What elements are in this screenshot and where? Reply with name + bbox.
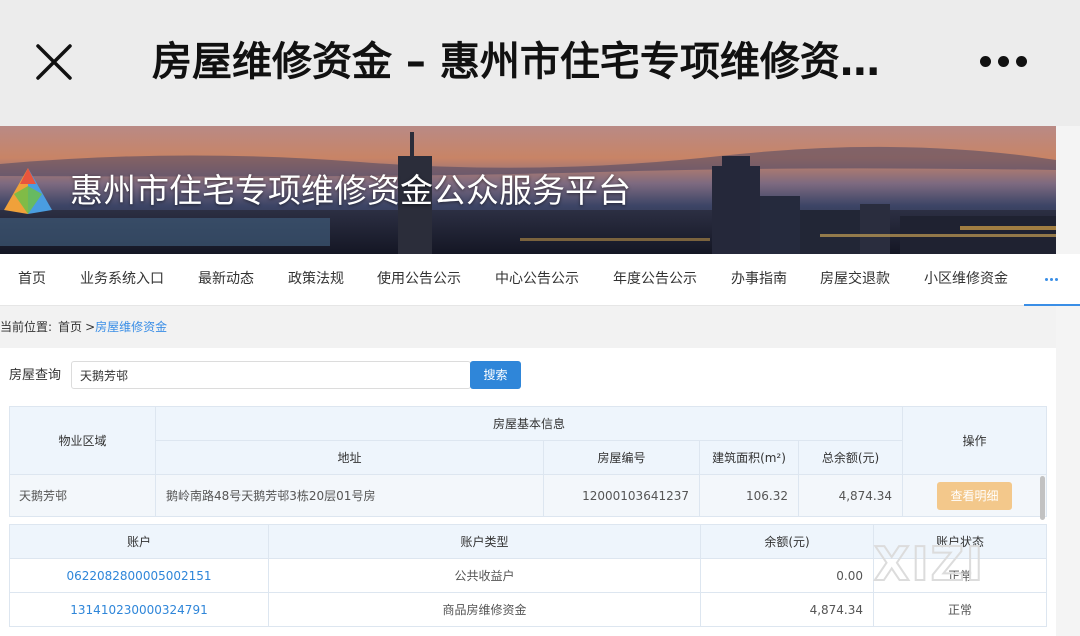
col-address-header: 地址 xyxy=(155,440,544,475)
cell-balance: 0.00 xyxy=(700,558,874,593)
table-row: 天鹅芳邨 鹅岭南路48号天鹅芳邨3栋20层01号房 12000103641237… xyxy=(9,474,1048,517)
cell-account-type: 公共收益户 xyxy=(268,558,701,593)
nav-item-community-funds[interactable]: 小区维修资金 xyxy=(924,254,1008,306)
col-balance-header: 余额(元) xyxy=(700,524,874,559)
main-nav: 首页 业务系统入口 最新动态 政策法规 使用公告公示 中心公告公示 年度公告公示… xyxy=(0,254,1080,306)
col-area-header: 物业区域 xyxy=(9,406,156,475)
breadcrumb-label: 当前位置: xyxy=(0,320,53,334)
table-row: 131410230000324791 商品房维修资金 4,874.34 正常 xyxy=(9,592,1047,627)
close-icon[interactable] xyxy=(30,38,78,86)
view-details-button[interactable]: 查看明细 xyxy=(937,481,1013,510)
breadcrumb-current[interactable]: 房屋维修资金 xyxy=(95,320,167,334)
nav-item-business-entry[interactable]: 业务系统入口 xyxy=(80,254,164,306)
banner-title: 惠州市住宅专项维修资金公众服务平台 xyxy=(70,171,631,210)
content-area: 房屋查询 搜索 物业区域 房屋基本信息 操作 地址 房屋编号 建筑面积(m²) … xyxy=(0,348,1056,636)
site-banner: 惠州市住宅专项维修资金公众服务平台 xyxy=(0,126,1056,254)
account-link[interactable]: 131410230000324791 xyxy=(70,603,207,617)
right-gutter xyxy=(1056,126,1080,636)
cell-area: 天鹅芳邨 xyxy=(9,474,156,517)
breadcrumb-separator: > xyxy=(85,320,96,334)
nav-item-guide[interactable]: 办事指南 xyxy=(731,254,787,306)
cell-account-status: 正常 xyxy=(873,592,1047,627)
cell-building-area: 106.32 xyxy=(699,474,799,517)
breadcrumb: 当前位置: 首页 >房屋维修资金 xyxy=(0,306,1056,348)
col-account-header: 账户 xyxy=(9,524,269,559)
wechat-topbar: 房屋维修资金 – 惠州市住宅专项维修资金公众服务平台 xyxy=(0,0,1080,126)
search-label: 房屋查询 xyxy=(9,368,62,383)
nav-item-home[interactable]: 首页 xyxy=(18,254,46,306)
cell-house-no: 12000103641237 xyxy=(543,474,700,517)
group-header-basic-info: 房屋基本信息 xyxy=(154,406,904,441)
nav-item-latest-news[interactable]: 最新动态 xyxy=(198,254,254,306)
breadcrumb-home[interactable]: 首页 xyxy=(58,320,82,334)
cell-balance: 4,874.34 xyxy=(700,592,874,627)
account-link[interactable]: 0622082800005002151 xyxy=(66,569,211,583)
nav-item-center-notices[interactable]: 中心公告公示 xyxy=(495,254,579,306)
cell-action: 查看明细 xyxy=(902,474,1048,517)
col-action-header: 操作 xyxy=(902,406,1048,475)
topbar-title: 房屋维修资金 – 惠州市住宅专项维修资金公众服务平台 xyxy=(152,39,912,85)
nav-item-refund[interactable]: 房屋交退款 xyxy=(820,254,890,306)
svg-text:XIZI: XIZI xyxy=(874,537,985,590)
house-info-table: 物业区域 房屋基本信息 操作 地址 房屋编号 建筑面积(m²) 总余额(元) 天… xyxy=(9,406,1048,517)
col-building-area-header: 建筑面积(m²) xyxy=(699,440,799,475)
col-house-no-header: 房屋编号 xyxy=(543,440,700,475)
more-dots-icon[interactable] xyxy=(1024,254,1080,306)
xizi-watermark-logo: XIZI xyxy=(873,536,985,590)
scrollbar-thumb[interactable] xyxy=(1040,476,1045,520)
more-dots-icon[interactable] xyxy=(968,44,1038,80)
cell-address: 鹅岭南路48号天鹅芳邨3栋20层01号房 xyxy=(155,474,544,517)
search-input[interactable] xyxy=(71,361,471,389)
nav-item-annual-notices[interactable]: 年度公告公示 xyxy=(613,254,697,306)
search-button[interactable]: 搜索 xyxy=(470,361,521,389)
pyramid-logo-icon xyxy=(0,166,56,216)
nav-item-usage-notices[interactable]: 使用公告公示 xyxy=(377,254,461,306)
nav-item-policies[interactable]: 政策法规 xyxy=(288,254,344,306)
col-account-type-header: 账户类型 xyxy=(268,524,701,559)
col-total-balance-header: 总余额(元) xyxy=(797,440,904,475)
cell-account-type: 商品房维修资金 xyxy=(268,592,701,627)
cell-total-balance: 4,874.34 xyxy=(797,474,904,517)
